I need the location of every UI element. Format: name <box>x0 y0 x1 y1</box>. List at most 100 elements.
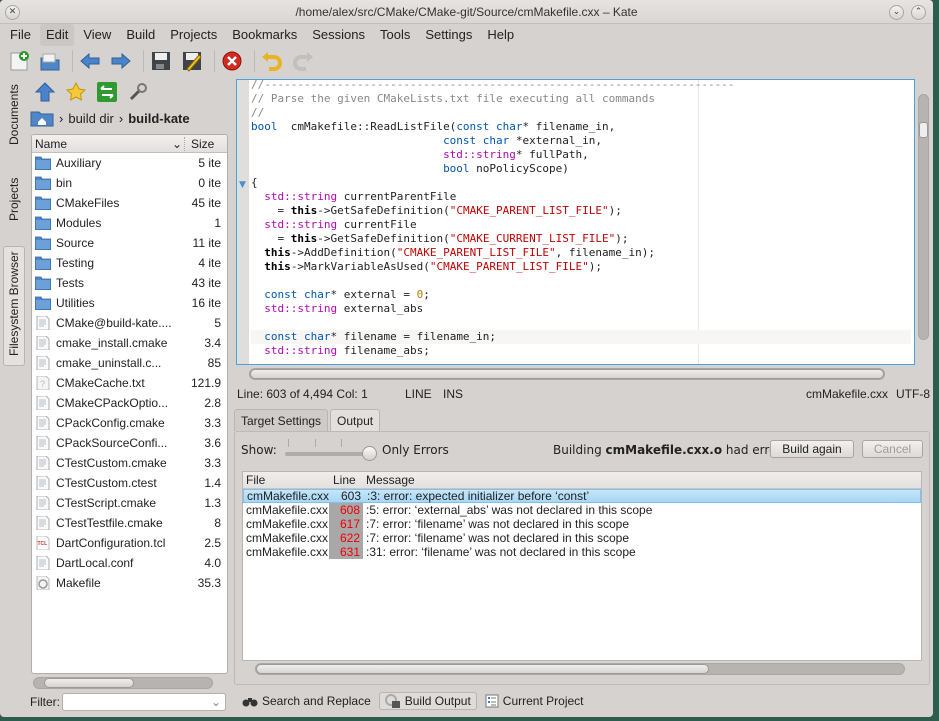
filter-level-slider[interactable] <box>285 439 377 461</box>
tool-tab-build-output[interactable]: Build Output <box>378 692 477 710</box>
open-document-button[interactable] <box>37 48 63 74</box>
fold-marker-icon[interactable]: ▼ <box>239 180 246 190</box>
menu-sessions[interactable]: Sessions <box>306 24 371 46</box>
column-size[interactable]: Size <box>184 136 214 151</box>
save-button[interactable] <box>148 48 174 74</box>
code-line[interactable]: bool noPolicyScope) <box>251 162 911 176</box>
code-line[interactable]: = this->GetSafeDefinition("CMAKE_CURRENT… <box>251 232 911 246</box>
bookmarks-button[interactable] <box>63 79 89 105</box>
close-document-button[interactable] <box>219 48 245 74</box>
menu-edit[interactable]: Edit <box>39 24 75 46</box>
save-as-button[interactable] <box>179 48 205 74</box>
code-line[interactable]: // <box>251 106 911 120</box>
code-editor[interactable]: ▼ //------------------------------------… <box>236 79 915 365</box>
code-line[interactable]: const char* external = 0; <box>251 288 911 302</box>
code-line[interactable]: std::string currentFile <box>251 218 911 232</box>
code-line[interactable]: this->AddDefinition("CMAKE_PARENT_LIST_F… <box>251 246 911 260</box>
code-line[interactable]: = this->GetSafeDefinition("CMAKE_PARENT_… <box>251 204 911 218</box>
column-message[interactable]: Message <box>363 473 415 487</box>
menu-settings[interactable]: Settings <box>419 24 478 46</box>
file-list-item[interactable]: CPackConfig.cmake 3.3 <box>32 413 227 433</box>
error-row[interactable]: cmMakefile.cxx 617:7: error: ‘filename’ w… <box>243 517 921 531</box>
insert-mode[interactable]: INS <box>443 387 463 401</box>
menu-build[interactable]: Build <box>120 24 161 46</box>
menu-bookmarks[interactable]: Bookmarks <box>226 24 303 46</box>
file-list-item[interactable]: CPackSourceConfi... 3.6 <box>32 433 227 453</box>
new-document-button[interactable] <box>6 48 32 74</box>
menu-view[interactable]: View <box>77 24 117 46</box>
chevron-down-icon[interactable]: ⌄ <box>211 695 221 709</box>
menu-tools[interactable]: Tools <box>374 24 416 46</box>
chevron-down-icon[interactable]: ⌄ <box>172 137 184 151</box>
code-line[interactable]: std::string currentParentFile <box>251 190 911 204</box>
file-list-item[interactable]: TCL DartConfiguration.tcl 2.5 <box>32 533 227 553</box>
editor-vscrollbar[interactable] <box>917 80 930 370</box>
build-again-button[interactable]: Build again <box>770 440 854 458</box>
code-line[interactable]: // Parse the given CMakeLists.txt file e… <box>251 92 911 106</box>
breadcrumb-build-dir[interactable]: build dir <box>68 111 114 126</box>
code-line[interactable]: std::string* fullPath, <box>251 148 911 162</box>
tab-output[interactable]: Output <box>330 409 381 431</box>
tab-target-settings[interactable]: Target Settings <box>234 409 329 431</box>
file-list-item[interactable]: CTestTestfile.cmake 8 <box>32 513 227 533</box>
tool-tab-search-replace[interactable]: Search and Replace <box>236 692 377 710</box>
code-line[interactable]: const char *external_in, <box>251 134 911 148</box>
file-list-item[interactable]: ? CMakeCache.txt 121.9 <box>32 373 227 393</box>
breadcrumb-build-kate[interactable]: build-kate <box>128 111 189 126</box>
error-row[interactable]: cmMakefile.cxx 603:3: error: expected ini… <box>243 489 921 503</box>
file-list-item[interactable]: CMakeCPackOptio... 2.8 <box>32 393 227 413</box>
column-line[interactable]: Line <box>329 473 363 487</box>
column-file[interactable]: File <box>243 473 329 487</box>
settings-button[interactable] <box>125 79 151 105</box>
code-line[interactable]: std::string external_abs <box>251 302 911 316</box>
code-line[interactable]: bool cmMakefile::ReadListFile(const char… <box>251 120 911 134</box>
selection-mode[interactable]: LINE <box>405 387 432 401</box>
filter-input[interactable]: ⌄ <box>62 693 226 711</box>
menu-help[interactable]: Help <box>481 24 520 46</box>
file-list-item[interactable]: CTestCustom.cmake 3.3 <box>32 453 227 473</box>
code-line[interactable] <box>251 274 911 288</box>
error-table-hscrollbar[interactable] <box>255 663 905 675</box>
file-list-item[interactable]: Makefile 35.3 <box>32 573 227 593</box>
home-folder-icon[interactable] <box>30 109 54 127</box>
window-maximize-button[interactable]: ⌃ <box>911 5 926 20</box>
sync-button[interactable] <box>94 79 120 105</box>
file-list-item[interactable]: DartLocal.conf 4.0 <box>32 553 227 573</box>
file-list-item[interactable]: CMakeFiles 45 ite <box>32 193 227 213</box>
file-list-item[interactable]: Utilities 16 ite <box>32 293 227 313</box>
column-name[interactable]: Name <box>32 137 172 151</box>
tool-tab-current-project[interactable]: Current Project <box>479 692 590 710</box>
file-list-item[interactable]: cmake_install.cmake 3.4 <box>32 333 227 353</box>
undo-button[interactable] <box>259 48 285 74</box>
file-list-item[interactable]: Modules 1 <box>32 213 227 233</box>
menu-file[interactable]: File <box>4 24 37 46</box>
code-line[interactable]: const char* filename = filename_in; <box>251 330 911 344</box>
file-list-hscrollbar[interactable] <box>33 677 213 689</box>
file-list-item[interactable]: CTestCustom.ctest 1.4 <box>32 473 227 493</box>
file-list-item[interactable]: CTestScript.cmake 1.3 <box>32 493 227 513</box>
code-line[interactable] <box>251 316 911 330</box>
code-line[interactable]: std::string filename_abs; <box>251 344 911 358</box>
error-row[interactable]: cmMakefile.cxx 608:5: error: ‘external_ab… <box>243 503 921 517</box>
code-line[interactable]: { <box>251 176 911 190</box>
forward-button[interactable] <box>108 48 134 74</box>
back-button[interactable] <box>77 48 103 74</box>
encoding[interactable]: UTF-8 <box>896 387 930 401</box>
code-line[interactable]: //--------------------------------------… <box>251 80 911 92</box>
sidebar-tab-projects[interactable]: Projects <box>3 174 25 234</box>
error-row[interactable]: cmMakefile.cxx 631:31: error: ‘filename’ … <box>243 545 921 559</box>
sidebar-tab-filesystem-browser[interactable]: Filesystem Browser <box>3 246 25 366</box>
up-button[interactable] <box>32 79 58 105</box>
file-list-item[interactable]: Testing 4 ite <box>32 253 227 273</box>
file-list-item[interactable]: Auxiliary 5 ite <box>32 153 227 173</box>
code-text[interactable]: //--------------------------------------… <box>251 80 911 358</box>
file-list-item[interactable]: cmake_uninstall.c... 85 <box>32 353 227 373</box>
code-line[interactable]: this->MarkVariableAsUsed("CMAKE_PARENT_L… <box>251 260 911 274</box>
file-list-item[interactable]: Tests 43 ite <box>32 273 227 293</box>
error-row[interactable]: cmMakefile.cxx 622:7: error: ‘filename’ w… <box>243 531 921 545</box>
file-list-item[interactable]: bin 0 ite <box>32 173 227 193</box>
menu-projects[interactable]: Projects <box>164 24 223 46</box>
window-minimize-button[interactable]: ⌄ <box>889 5 904 20</box>
editor-hscrollbar[interactable] <box>249 368 885 380</box>
sidebar-tab-documents[interactable]: Documents <box>3 80 25 150</box>
